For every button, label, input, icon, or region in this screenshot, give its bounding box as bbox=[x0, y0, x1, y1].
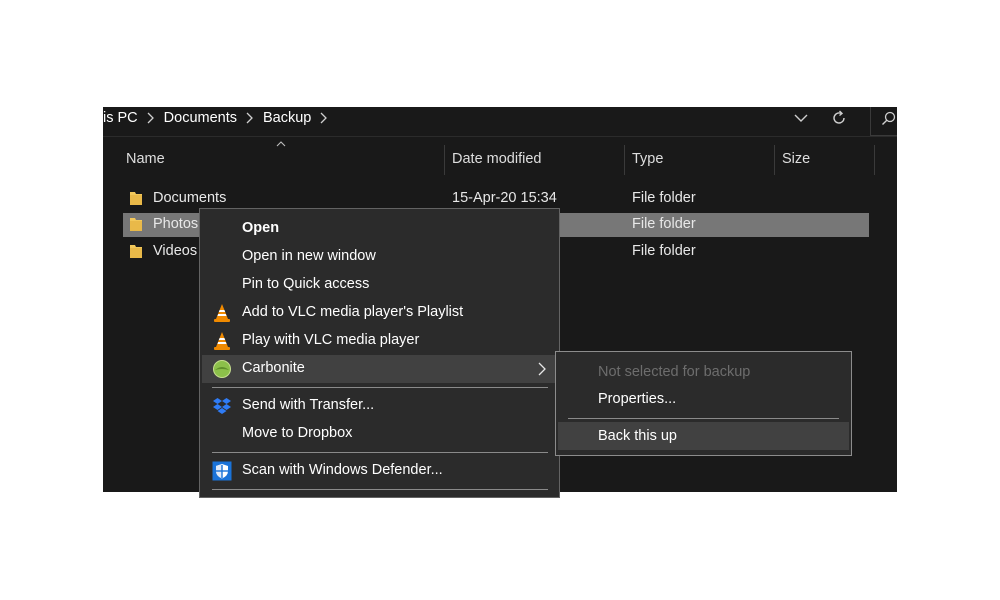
defender-icon bbox=[212, 461, 232, 481]
file-name: Photos bbox=[153, 216, 199, 232]
breadcrumb-documents[interactable]: Documents bbox=[160, 110, 241, 126]
submenu-item-label: Not selected for backup bbox=[598, 364, 751, 380]
chevron-down-icon[interactable] bbox=[791, 107, 811, 129]
search-icon bbox=[882, 111, 896, 125]
file-type: File folder bbox=[632, 243, 696, 259]
menu-item-label: Carbonite bbox=[242, 360, 305, 376]
dropbox-icon bbox=[213, 398, 231, 414]
column-divider[interactable] bbox=[444, 145, 445, 175]
menu-item-label: Send with Transfer... bbox=[242, 397, 375, 413]
search-box[interactable] bbox=[870, 107, 897, 136]
menu-item-pin-quick-access[interactable]: Pin to Quick access bbox=[202, 271, 557, 299]
menu-item-send-transfer[interactable]: Send with Transfer... bbox=[202, 392, 557, 420]
menu-item-vlc-playlist[interactable]: Add to VLC media player's Playlist bbox=[202, 299, 557, 327]
menu-item-label: Open in new window bbox=[242, 248, 376, 264]
menu-item-carbonite[interactable]: Carbonite bbox=[202, 355, 557, 383]
file-name: Videos bbox=[153, 243, 198, 259]
vlc-icon bbox=[214, 304, 230, 322]
submenu-item-back-this-up[interactable]: Back this up bbox=[558, 422, 849, 450]
menu-separator bbox=[212, 387, 548, 388]
submenu-item-label: Back this up bbox=[598, 428, 677, 444]
carbonite-submenu: Not selected for backup Properties... Ba… bbox=[555, 351, 852, 456]
menu-item-label: Pin to Quick access bbox=[242, 276, 370, 292]
menu-item-label: Scan with Windows Defender... bbox=[242, 462, 443, 478]
menu-item-label: Play with VLC media player bbox=[242, 332, 420, 348]
menu-item-windows-defender[interactable]: Scan with Windows Defender... bbox=[202, 457, 557, 485]
refresh-icon[interactable] bbox=[828, 107, 850, 129]
menu-item-open[interactable]: Open bbox=[202, 215, 557, 243]
column-date-modified[interactable]: Date modified bbox=[452, 151, 541, 167]
menu-item-label: Move to Dropbox bbox=[242, 425, 353, 441]
chevron-right-icon[interactable] bbox=[146, 107, 156, 129]
column-header: Name Date modified Type Size bbox=[103, 137, 897, 177]
submenu-item-properties[interactable]: Properties... bbox=[558, 385, 849, 413]
column-divider[interactable] bbox=[624, 145, 625, 175]
chevron-right-icon[interactable] bbox=[319, 107, 329, 129]
file-date: 15-Apr-20 15:34 bbox=[452, 190, 557, 206]
folder-icon bbox=[130, 218, 142, 231]
vlc-icon bbox=[214, 332, 230, 350]
column-type[interactable]: Type bbox=[632, 151, 663, 167]
file-type: File folder bbox=[632, 216, 696, 232]
menu-separator bbox=[212, 489, 548, 490]
menu-item-vlc-play[interactable]: Play with VLC media player bbox=[202, 327, 557, 355]
file-name: Documents bbox=[153, 190, 227, 206]
column-divider[interactable] bbox=[774, 145, 775, 175]
context-menu: Open Open in new window Pin to Quick acc… bbox=[199, 208, 560, 498]
breadcrumb-this-pc[interactable]: is PC bbox=[103, 110, 142, 126]
menu-separator bbox=[212, 452, 548, 453]
submenu-separator bbox=[568, 418, 839, 419]
menu-item-label: Add to VLC media player's Playlist bbox=[242, 304, 464, 320]
chevron-right-icon[interactable] bbox=[245, 107, 255, 129]
menu-item-move-dropbox[interactable]: Move to Dropbox bbox=[202, 420, 557, 448]
chevron-right-icon bbox=[538, 362, 546, 376]
menu-item-label: Open bbox=[242, 220, 280, 236]
sort-ascending-icon bbox=[276, 141, 286, 147]
breadcrumb: is PC Documents Backup bbox=[103, 107, 333, 129]
column-size[interactable]: Size bbox=[782, 151, 810, 167]
file-type: File folder bbox=[632, 190, 696, 206]
menu-item-open-new-window[interactable]: Open in new window bbox=[202, 243, 557, 271]
folder-icon bbox=[130, 192, 142, 205]
carbonite-icon bbox=[213, 360, 231, 378]
column-divider[interactable] bbox=[874, 145, 875, 175]
breadcrumb-backup[interactable]: Backup bbox=[259, 110, 315, 126]
submenu-item-label: Properties... bbox=[598, 391, 677, 407]
column-name[interactable]: Name bbox=[126, 151, 165, 167]
address-bar[interactable]: is PC Documents Backup bbox=[103, 107, 897, 136]
submenu-item-not-selected: Not selected for backup bbox=[558, 358, 849, 386]
folder-icon bbox=[130, 245, 142, 258]
